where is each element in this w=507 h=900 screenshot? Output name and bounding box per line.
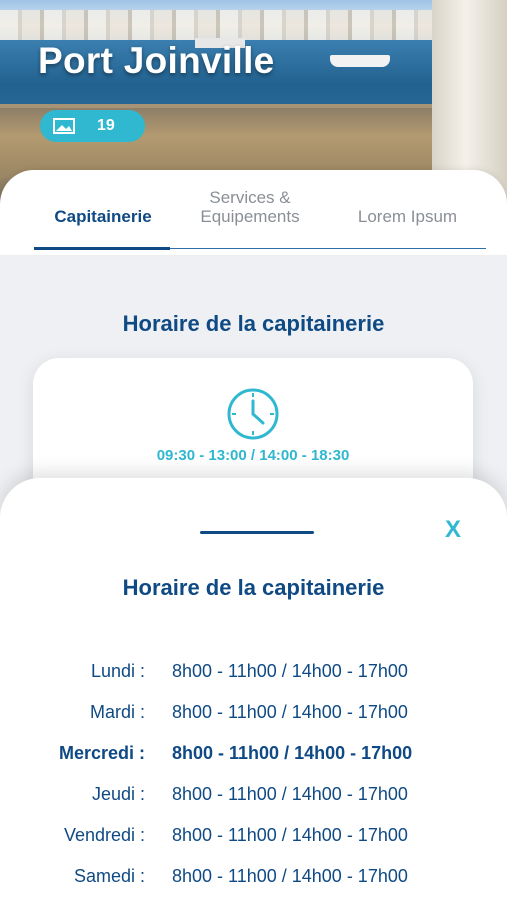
tab-label: Capitainerie <box>54 207 152 226</box>
tab-label-line1: Services & <box>209 188 291 207</box>
tab-label-line2: Equipements <box>200 207 300 226</box>
schedule-row-thursday: Jeudi : 8h00 - 11h00 / 14h00 - 17h00 <box>0 784 507 808</box>
day-hours: 8h00 - 11h00 / 14h00 - 17h00 <box>172 784 408 804</box>
day-label: Mercredi : <box>58 743 145 763</box>
section-title: Horaire de la capitainerie <box>122 311 385 336</box>
tab-services[interactable]: Services & Equipements <box>185 188 315 226</box>
sheet-title: Horaire de la capitainerie <box>122 575 385 600</box>
day-hours: 8h00 - 11h00 / 14h00 - 17h00 <box>172 866 408 886</box>
gallery-button[interactable]: 19 <box>40 110 145 142</box>
schedule-row-tuesday: Mardi : 8h00 - 11h00 / 14h00 - 17h00 <box>0 702 507 726</box>
day-hours: 8h00 - 11h00 / 14h00 - 17h00 <box>172 702 408 722</box>
schedule-row-wednesday: Mercredi : 8h00 - 11h00 / 14h00 - 17h00 <box>0 743 507 767</box>
tab-active-indicator <box>34 247 170 250</box>
day-label: Lundi : <box>90 661 145 681</box>
schedule-bottom-sheet: X Horaire de la capitainerie Lundi : 8h0… <box>0 478 507 900</box>
day-label: Mardi : <box>89 702 145 722</box>
tab-lorem-ipsum[interactable]: Lorem Ipsum <box>350 207 465 226</box>
image-icon <box>53 118 75 134</box>
day-hours: 8h00 - 11h00 / 14h00 - 17h00 <box>172 743 413 763</box>
day-label: Vendredi : <box>63 825 145 845</box>
sheet-drag-handle[interactable] <box>200 531 314 534</box>
tab-label: Lorem Ipsum <box>357 207 458 226</box>
schedule-row-saturday: Samedi : 8h00 - 11h00 / 14h00 - 17h00 <box>0 866 507 890</box>
photo-count: 19 <box>97 117 115 134</box>
schedule-row-monday: Lundi : 8h00 - 11h00 / 14h00 - 17h00 <box>0 661 507 685</box>
tab-bar: Capitainerie Services & Equipements Lore… <box>0 170 507 255</box>
hours-summary: 09:30 - 13:00 / 14:00 - 18:30 <box>156 447 350 464</box>
schedule-row-friday: Vendredi : 8h00 - 11h00 / 14h00 - 17h00 <box>0 825 507 849</box>
day-label: Jeudi : <box>91 784 145 804</box>
page-title: Port Joinville <box>38 40 275 81</box>
day-hours: 8h00 - 11h00 / 14h00 - 17h00 <box>172 661 408 681</box>
hero-buildings <box>0 10 440 40</box>
clock-icon <box>225 386 281 442</box>
day-label: Samedi : <box>73 866 145 886</box>
day-hours: 8h00 - 11h00 / 14h00 - 17h00 <box>172 825 408 845</box>
hero-boat <box>330 55 390 67</box>
close-button[interactable]: X <box>440 516 466 546</box>
tab-capitainerie[interactable]: Capitainerie <box>50 207 156 226</box>
